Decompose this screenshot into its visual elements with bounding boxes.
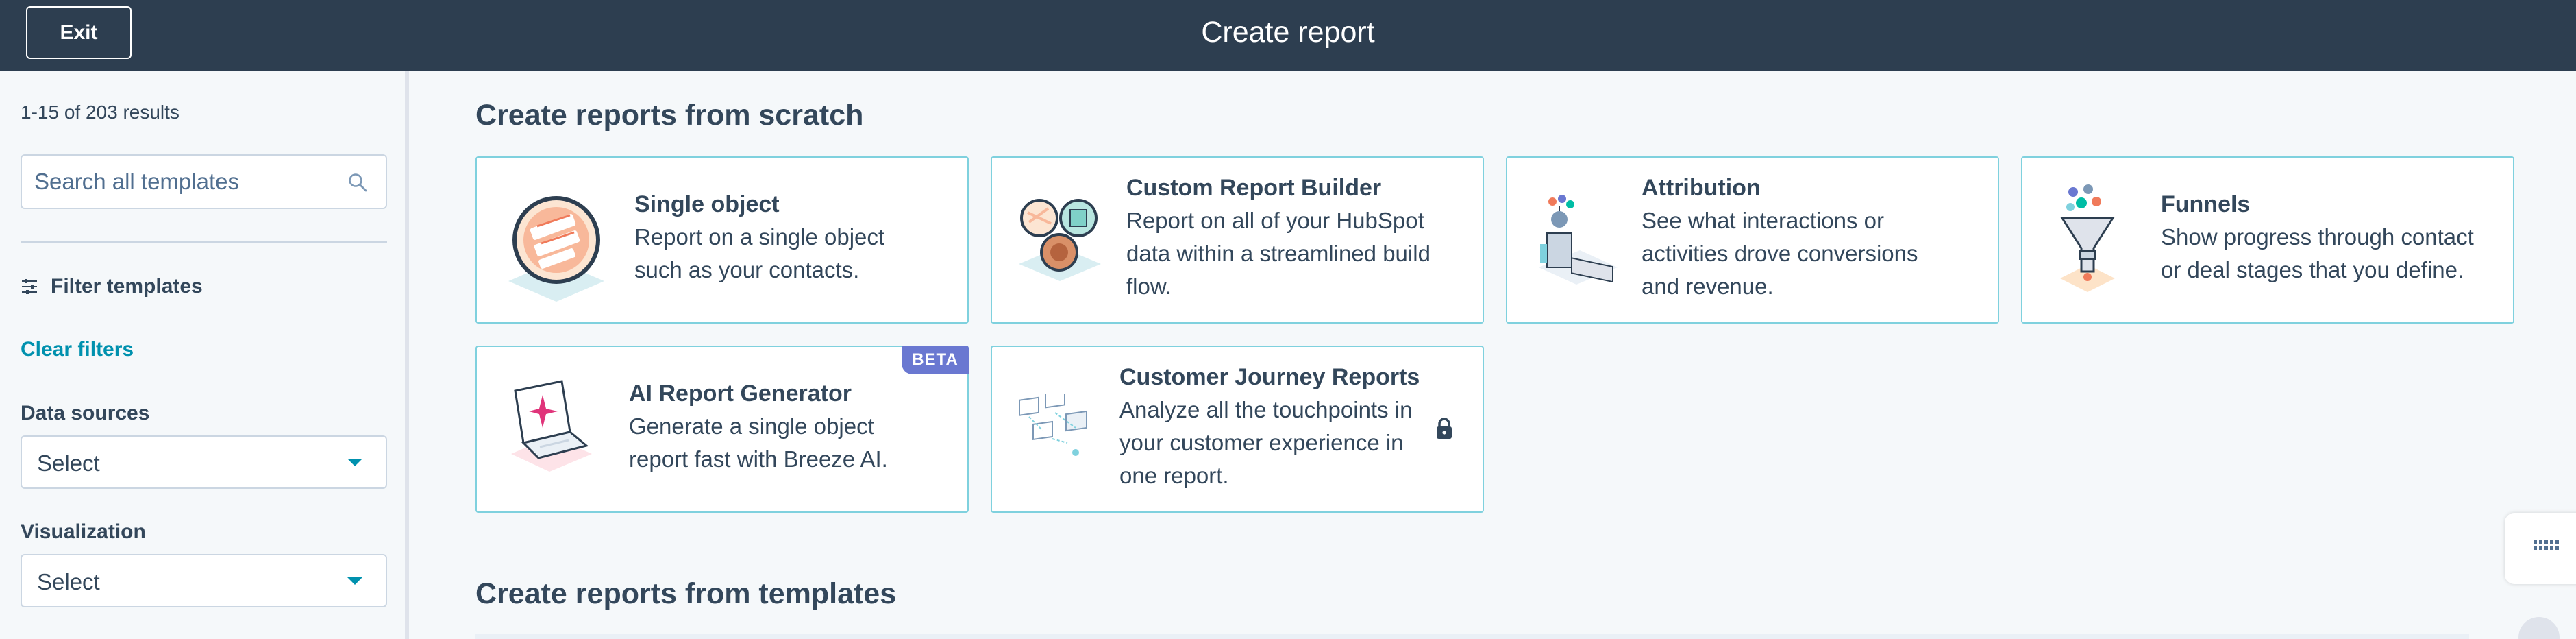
single-object-card[interactable]: Single object Report on a single object … — [475, 156, 969, 324]
card-text: Customer Journey Reports Analyze all the… — [1119, 361, 1420, 492]
help-widget-button[interactable] — [2518, 617, 2560, 639]
ai-laptop-illustration — [511, 380, 592, 472]
card-desc-line: flow. — [1126, 274, 1172, 299]
card-desc-line: Report on a single object — [634, 224, 885, 250]
filter-templates-label: Filter templates — [51, 275, 203, 298]
search-box — [21, 154, 387, 209]
card-title: Funnels — [2161, 191, 2251, 217]
lock-icon — [1437, 418, 1452, 439]
card-desc-line: report fast with Breeze AI. — [629, 446, 888, 472]
apps-launcher-tab[interactable] — [2505, 513, 2576, 584]
attribution-card[interactable]: Attribution See what interactions or act… — [1506, 156, 1999, 324]
card-text: Single object Report on a single object … — [634, 188, 884, 287]
chevron-down-icon — [347, 459, 362, 466]
card-desc-line: one report. — [1119, 463, 1229, 488]
templates-section-title: Create reports from templates — [475, 577, 897, 610]
card-desc-line: Show progress through contact — [2161, 224, 2474, 250]
custom-report-builder-card[interactable]: Custom Report Builder Report on all of y… — [991, 156, 1484, 324]
results-count: 1-15 of 203 results — [21, 101, 179, 123]
ai-report-generator-card[interactable]: BETA AI Report Generator Generate a sing… — [475, 346, 969, 513]
single-object-illustration — [508, 196, 604, 302]
card-desc-line: or deal stages that you define. — [2161, 257, 2464, 282]
card-desc-line: Analyze all the touchpoints in — [1119, 397, 1413, 422]
card-desc-line: Generate a single object — [629, 413, 874, 439]
filter-sliders-icon — [22, 279, 37, 294]
card-desc-line: Report on all of your HubSpot — [1126, 208, 1424, 233]
card-title: AI Report Generator — [629, 381, 852, 407]
card-desc-line: such as your contacts. — [634, 257, 860, 282]
search-icon[interactable] — [347, 172, 368, 193]
template-list-top-edge — [475, 634, 2469, 639]
data-sources-value: Select — [37, 450, 100, 476]
customer-journey-reports-card[interactable]: Customer Journey Reports Analyze all the… — [991, 346, 1484, 513]
visualization-value: Select — [37, 569, 100, 594]
page-title: Create report — [1201, 16, 1375, 49]
clear-filters-link[interactable]: Clear filters — [21, 338, 134, 361]
customer-journey-illustration — [1019, 394, 1087, 456]
filter-sidebar: 1-15 of 203 results Filter templates Cle… — [0, 71, 409, 639]
grid-dots-icon — [2534, 540, 2559, 550]
card-text: AI Report Generator Generate a single ob… — [629, 377, 888, 476]
funnels-card[interactable]: Funnels Show progress through contact or… — [2021, 156, 2514, 324]
custom-report-builder-illustration — [1019, 199, 1101, 281]
card-desc-line: data within a streamlined build — [1126, 241, 1431, 266]
visualization-label: Visualization — [21, 520, 146, 543]
card-desc-line: and revenue. — [1642, 274, 1774, 299]
filter-templates-header: Filter templates — [21, 275, 203, 298]
search-input[interactable] — [23, 157, 332, 206]
chevron-down-icon — [347, 577, 362, 585]
card-desc-line: See what interactions or — [1642, 208, 1885, 233]
card-text: Attribution See what interactions or act… — [1642, 171, 1918, 303]
sidebar-divider — [21, 241, 387, 243]
card-text: Funnels Show progress through contact or… — [2161, 188, 2474, 287]
card-title: Single object — [634, 191, 780, 217]
funnel-illustration — [2060, 184, 2115, 292]
card-desc-line: your customer experience in — [1119, 430, 1404, 455]
top-header: Exit Create report — [0, 0, 2576, 71]
card-title: Attribution — [1642, 175, 1761, 201]
beta-badge: BETA — [902, 346, 969, 374]
data-sources-label: Data sources — [21, 402, 150, 424]
card-desc-line: activities drove conversions — [1642, 241, 1918, 266]
card-title: Customer Journey Reports — [1119, 364, 1420, 390]
card-text: Custom Report Builder Report on all of y… — [1126, 171, 1431, 303]
card-title: Custom Report Builder — [1126, 175, 1382, 201]
visualization-select[interactable]: Select — [21, 554, 387, 607]
data-sources-select[interactable]: Select — [21, 435, 387, 489]
attribution-illustration — [1539, 195, 1618, 285]
scratch-section-title: Create reports from scratch — [475, 99, 864, 132]
